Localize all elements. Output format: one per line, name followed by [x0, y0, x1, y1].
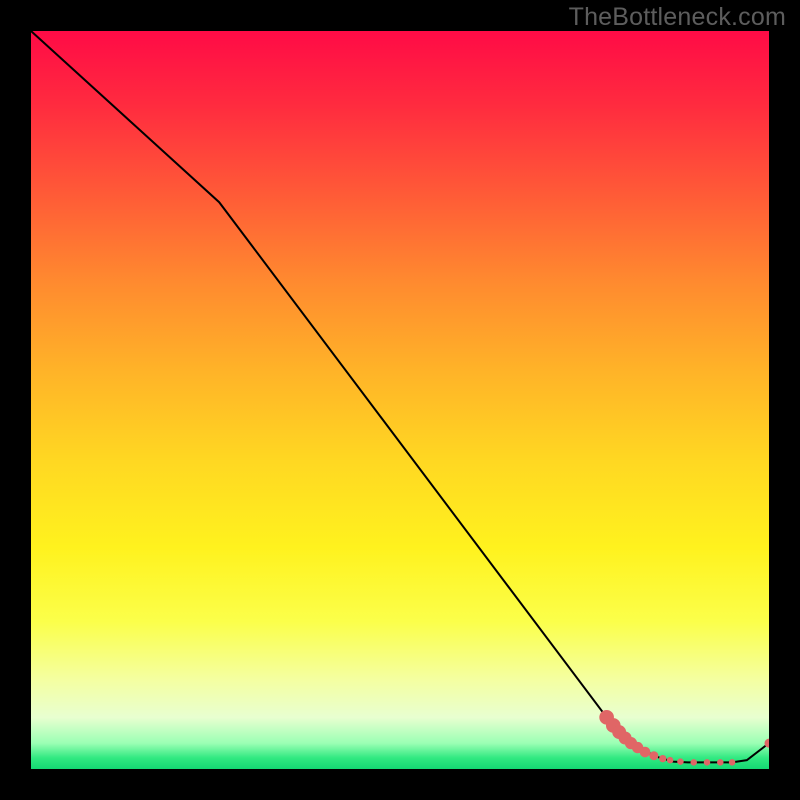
data-marker — [717, 759, 723, 765]
data-marker — [690, 759, 696, 765]
data-marker — [659, 755, 666, 762]
data-marker — [667, 757, 673, 763]
line-layer — [31, 31, 769, 762]
main-curve — [31, 31, 769, 762]
data-marker — [704, 759, 710, 765]
data-marker — [729, 759, 735, 765]
marker-layer — [599, 710, 769, 766]
watermark-text: TheBottleneck.com — [569, 3, 786, 32]
chart-overlay — [31, 31, 769, 769]
chart-frame: TheBottleneck.com — [0, 0, 800, 800]
data-marker — [640, 747, 651, 758]
data-marker — [677, 758, 683, 764]
data-marker — [649, 751, 658, 760]
